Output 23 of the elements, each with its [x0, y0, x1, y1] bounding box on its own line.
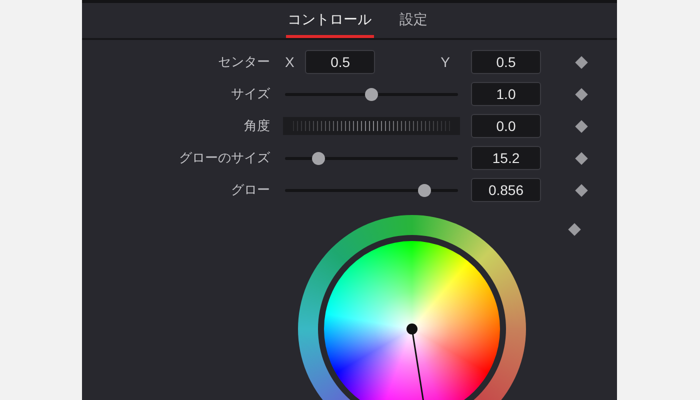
control-label: 角度	[244, 117, 270, 136]
control-label: グロー	[231, 181, 270, 200]
value-field[interactable]: 0.5	[305, 50, 376, 74]
value-field[interactable]: 15.2	[471, 146, 541, 170]
slider[interactable]	[285, 152, 458, 164]
value-field[interactable]: 0.0	[471, 114, 541, 138]
slider[interactable]	[285, 88, 458, 100]
tab[interactable]: コントロール	[286, 3, 374, 38]
value-field[interactable]: 1.0	[471, 82, 541, 106]
control-label: サイズ	[231, 85, 270, 104]
tab[interactable]: 設定	[398, 3, 430, 38]
value-field[interactable]: 0.5	[471, 50, 541, 74]
slider[interactable]	[285, 184, 458, 196]
axis-label: X	[285, 52, 294, 72]
control-label: グローのサイズ	[179, 149, 270, 168]
slider-thumb[interactable]	[365, 88, 378, 100]
slider-thumb[interactable]	[418, 184, 431, 196]
value-field[interactable]: 0.856	[471, 178, 541, 202]
axis-label: Y	[440, 52, 450, 72]
slider-thumb[interactable]	[312, 152, 326, 164]
control-label: センター	[218, 53, 270, 72]
angle-dial[interactable]	[283, 117, 460, 135]
keyframe-icon[interactable]	[568, 223, 580, 236]
